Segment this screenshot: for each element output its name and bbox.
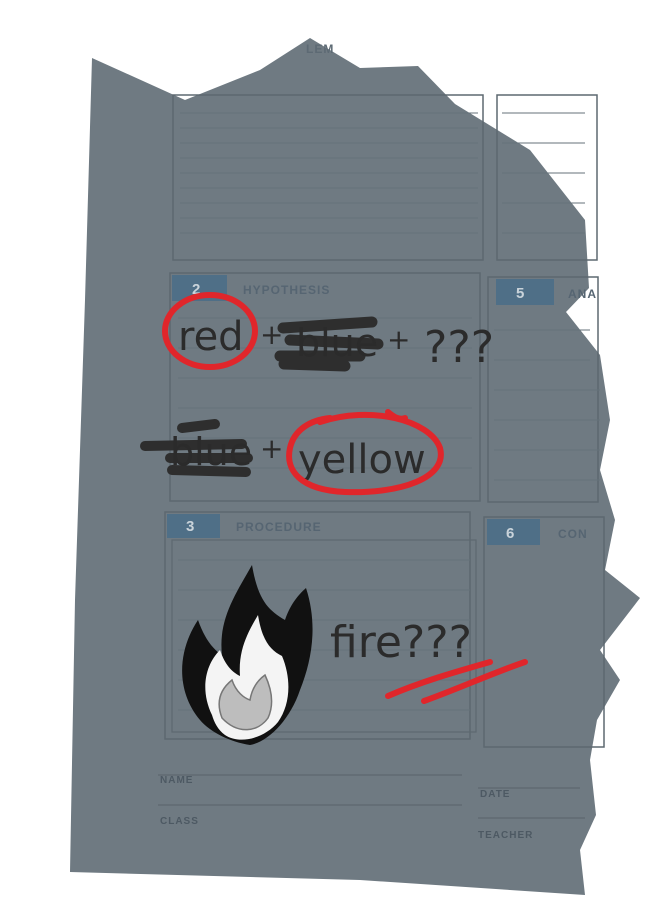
hand-plus-2: + bbox=[387, 323, 410, 356]
hand-plus-3: + bbox=[260, 432, 283, 465]
hand-word-blue-crossed: blue bbox=[296, 321, 378, 365]
worksheet-canvas: LEM 2 HYPOTHESIS 5 ANA 3 PROCEDURE 6 CON… bbox=[70, 38, 640, 895]
class-field-label: CLASS bbox=[160, 816, 199, 827]
hand-word-red: red bbox=[178, 314, 244, 360]
section-analysis-number: 5 bbox=[516, 285, 525, 302]
section-conclusion-number: 6 bbox=[506, 525, 515, 542]
hand-word-yellow: yellow bbox=[298, 437, 426, 483]
section-procedure-label: PROCEDURE bbox=[236, 520, 322, 534]
hand-word-fire: fire??? bbox=[330, 617, 472, 668]
teacher-field-label: TEACHER bbox=[478, 830, 533, 841]
name-field-label: NAME bbox=[160, 775, 193, 786]
hand-plus-1: + bbox=[260, 318, 283, 351]
section-procedure-number: 3 bbox=[186, 518, 195, 535]
section-analysis-label: ANA bbox=[568, 287, 597, 301]
hand-word-blue-crossed-2: blue bbox=[170, 430, 252, 474]
section-hypothesis-label: HYPOTHESIS bbox=[243, 283, 330, 297]
section-problem-label: LEM bbox=[306, 42, 334, 56]
date-field-label: DATE bbox=[480, 789, 510, 800]
hand-question-marks-1: ??? bbox=[424, 322, 494, 373]
section-conclusion-label: CON bbox=[558, 527, 588, 541]
